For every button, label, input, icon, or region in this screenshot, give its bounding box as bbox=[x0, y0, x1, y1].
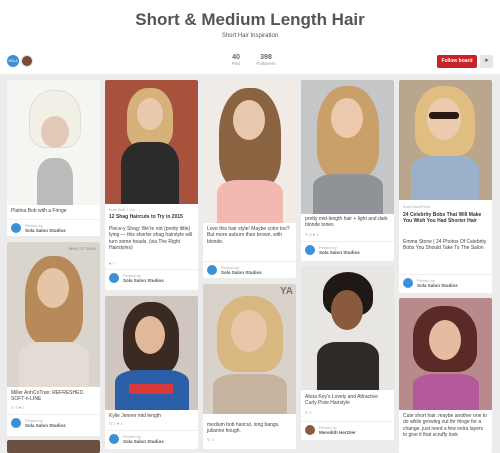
pin-image[interactable] bbox=[399, 298, 492, 410]
watermark-text: YA bbox=[280, 286, 293, 297]
pin-image[interactable] bbox=[105, 80, 198, 204]
pin-source[interactable]: from BuzzFeed bbox=[403, 204, 430, 209]
pin-image[interactable]: YA bbox=[203, 284, 296, 414]
pin-stats: ↻ 3 bbox=[207, 437, 214, 442]
board-title: Short & Medium Length Hair bbox=[135, 10, 365, 29]
pin-source[interactable]: from Bob + Co bbox=[109, 207, 135, 212]
board-header: Short & Medium Length Hair Short Hair In… bbox=[0, 0, 500, 74]
pin-image[interactable] bbox=[7, 80, 100, 205]
pin-card[interactable]: pretty mid-length hair + light and dark … bbox=[301, 80, 394, 261]
pin-footer[interactable]: Pinned by Sola Salon Studios bbox=[203, 261, 296, 277]
pin-image[interactable] bbox=[7, 440, 100, 453]
pin-image[interactable] bbox=[203, 80, 296, 223]
pin-image[interactable] bbox=[301, 266, 394, 390]
follow-board-button[interactable]: Follow board bbox=[437, 55, 477, 68]
pinner-name: Sola Salon Studios bbox=[25, 423, 66, 428]
pinner-name: Sola Salon Studios bbox=[417, 283, 458, 288]
pin-description: Kylie Jenner mid length bbox=[109, 413, 161, 419]
pin-card[interactable]: YA medium bob haircut. long bangs. julia… bbox=[203, 284, 296, 449]
pin-footer[interactable]: Pinned by Sola Salon Studios bbox=[105, 430, 198, 446]
pin-description: pretty mid-length hair + light and dark … bbox=[305, 216, 388, 229]
pin-card[interactable]: Platina Bob with a Fringe Pinned by Sola… bbox=[7, 80, 100, 236]
pin-description: Emma Stone | 24 Photos Of Celebrity Bobs… bbox=[403, 239, 487, 252]
pin-stats: ↻ 7 ♥ 1 bbox=[109, 421, 123, 426]
pin-footer[interactable]: Pinned by Sola Salon Studios bbox=[7, 414, 100, 430]
pin-card[interactable] bbox=[7, 440, 100, 453]
pin-image[interactable] bbox=[399, 80, 492, 200]
pin-description: medium bob haircut. long bangs. julianne… bbox=[207, 422, 280, 435]
paper-plane-icon: ➤ bbox=[483, 58, 490, 64]
pinner-avatar bbox=[11, 223, 21, 233]
board-description: Short Hair Inspiration bbox=[221, 33, 279, 39]
pin-description: Platina Bob with a Fringe bbox=[11, 208, 67, 214]
pinner-avatar bbox=[305, 425, 315, 435]
collaborator-avatar[interactable] bbox=[21, 55, 33, 67]
owner-avatar[interactable]: SOLA bbox=[7, 55, 19, 67]
pin-description: Piece-y Shag: We're not (pretty little) … bbox=[109, 226, 193, 252]
owner-avatar-text: SOLA bbox=[8, 59, 18, 63]
pin-stats: ↻ 1 bbox=[305, 410, 312, 415]
pin-footer[interactable]: Pinned by Sola Salon Studios bbox=[301, 241, 394, 257]
pin-card[interactable]: Kylie Jenner mid length ↻ 7 ♥ 1 Pinned b… bbox=[105, 296, 198, 449]
pinner-avatar bbox=[403, 278, 413, 288]
pinner-name: Sola Salon Studios bbox=[25, 228, 66, 233]
pin-image[interactable]: AHN CO TRAN bbox=[7, 242, 100, 387]
pinner-avatar bbox=[11, 418, 21, 428]
pin-card[interactable]: from BuzzFeed 24 Celebrity Bobs That Wil… bbox=[399, 80, 492, 293]
pin-description: Alicia Key's Lovely and Attractive Curly… bbox=[305, 394, 378, 407]
pinner-name: Sola Salon Studios bbox=[221, 270, 262, 275]
pin-stats: ♥ 7 bbox=[109, 261, 115, 266]
pin-image[interactable] bbox=[301, 80, 394, 214]
pinner-avatar bbox=[305, 245, 315, 255]
pin-card[interactable]: AHN CO TRAN Miller AnhCoTran: REFRESHED.… bbox=[7, 242, 100, 436]
pin-image[interactable] bbox=[105, 296, 198, 410]
pin-card[interactable]: Cute short hair. maybe another one to do… bbox=[399, 298, 492, 453]
pinner-avatar bbox=[207, 265, 217, 275]
pin-footer[interactable]: Pinned by Sola Salon Studios bbox=[105, 269, 198, 285]
pin-title: 12 Shag Haircuts to Try in 2015 bbox=[109, 214, 183, 220]
pinner-avatar bbox=[109, 434, 119, 444]
pin-title: 24 Celebrity Bobs That Will Make You Wis… bbox=[403, 212, 482, 225]
pinner-name: Sola Salon Studios bbox=[319, 250, 360, 255]
pinner-name: Sola Salon Studios bbox=[123, 439, 164, 444]
pin-description: Cute short hair. maybe another one to do… bbox=[403, 413, 487, 439]
pinner-name: Sola Salon Studios bbox=[123, 278, 164, 283]
pinner-avatar bbox=[109, 273, 119, 283]
followers-count[interactable]: 398 Followers bbox=[252, 54, 280, 66]
pin-footer[interactable]: Pinned by Sola Salon Studios bbox=[399, 274, 492, 290]
pin-stats: ↻ 6 ♥ 3 bbox=[305, 232, 319, 237]
watermark-text: AHN CO TRAN bbox=[68, 246, 96, 251]
pin-card[interactable]: Alicia Key's Lovely and Attractive Curly… bbox=[301, 266, 394, 440]
pins-count-number: 40 bbox=[232, 54, 240, 61]
pins-count[interactable]: 40 Pins bbox=[226, 54, 246, 66]
pin-card[interactable]: Love this hair style! Maybe color too? B… bbox=[203, 80, 296, 278]
followers-count-number: 398 bbox=[260, 54, 272, 61]
pins-count-label: Pins bbox=[231, 61, 241, 66]
pin-description: Miller AnhCoTran: REFRESHED. SOFT-n-LINE bbox=[11, 390, 85, 403]
pin-footer[interactable]: Pinned by Sola Salon Studios bbox=[7, 219, 100, 235]
send-button[interactable]: ➤ bbox=[480, 55, 493, 68]
pin-stats: ↻ 9 ♥ 2 bbox=[11, 405, 25, 410]
pin-card[interactable]: from Bob + Co 12 Shag Haircuts to Try in… bbox=[105, 80, 198, 290]
pin-footer[interactable]: Pinned by Meredith Hertzler bbox=[301, 421, 394, 437]
pinner-name: Meredith Hertzler bbox=[319, 430, 356, 435]
followers-count-label: Followers bbox=[256, 61, 276, 66]
pin-description: Love this hair style! Maybe color too? B… bbox=[207, 226, 290, 245]
